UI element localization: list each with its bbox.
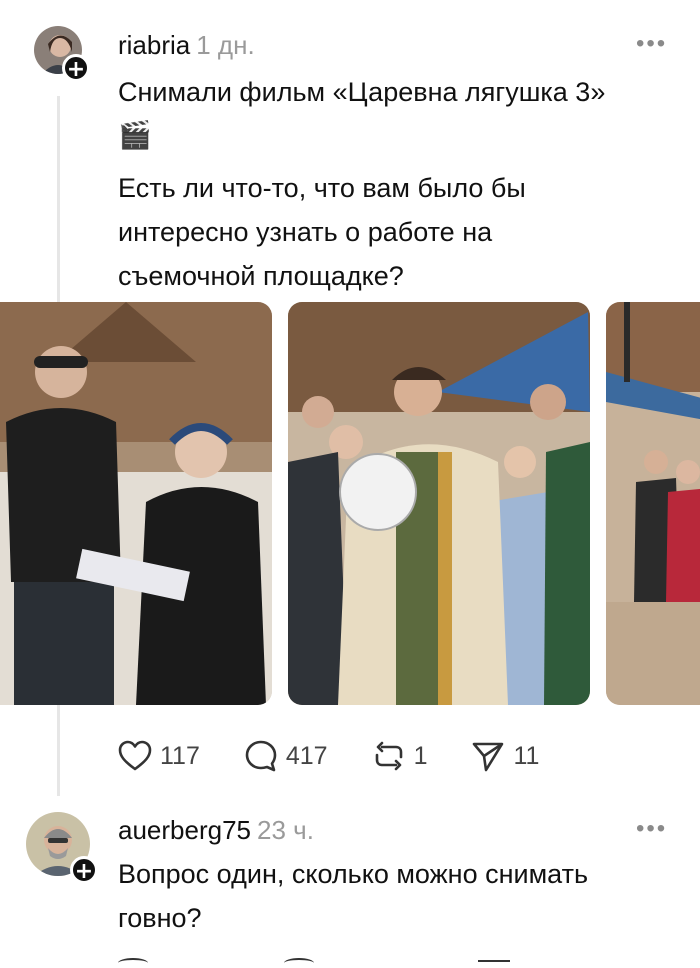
share-button[interactable]: 11 [471, 739, 539, 773]
repost-icon [375, 741, 402, 771]
more-options-icon[interactable]: ••• [636, 30, 667, 58]
photo-1[interactable] [0, 302, 272, 705]
action-bar: 117 417 1 11 [118, 736, 583, 776]
comment-count: 417 [285, 741, 328, 770]
reply-text-line: говно? [118, 903, 202, 933]
post-text-line: съемочной площадке? [118, 261, 404, 291]
share-icon [473, 742, 504, 772]
follow-plus-icon[interactable]: + [70, 856, 98, 884]
photo-2[interactable] [288, 302, 590, 705]
like-button[interactable]: 117 [118, 740, 200, 772]
post-question: Есть ли что-то, что вам было бы интересн… [118, 166, 678, 298]
repost-count: 1 [413, 741, 428, 770]
comment-icon [245, 740, 277, 772]
reply-text-line: Вопрос один, сколько можно снимать [118, 859, 589, 889]
post-body: Снимали фильм «Царевна лягушка 3» 🎬 [118, 70, 678, 158]
clapperboard-emoji: 🎬 [118, 120, 152, 151]
post-text-line: Есть ли что-то, что вам было бы [118, 173, 526, 203]
like-count: 117 [160, 741, 200, 770]
reply-body: Вопрос один, сколько можно снимать говно… [118, 852, 678, 940]
reply-header: auerberg75 23 ч. [118, 815, 314, 846]
post-text-line: Снимали фильм «Царевна лягушка 3» [118, 77, 606, 107]
post-header: riabria 1 дн. [118, 30, 255, 61]
username[interactable]: riabria [118, 30, 190, 60]
reply-username[interactable]: auerberg75 [118, 815, 251, 845]
photo-3[interactable] [606, 302, 700, 705]
heart-icon [118, 740, 152, 771]
reply-timestamp: 23 ч. [257, 815, 314, 845]
share-count: 11 [513, 741, 540, 770]
reply-actions-partial [118, 958, 558, 966]
comment-button[interactable]: 417 [244, 739, 328, 773]
follow-plus-icon[interactable]: + [62, 54, 90, 82]
repost-button[interactable]: 1 [372, 739, 428, 773]
timestamp: 1 дн. [196, 30, 255, 60]
post-text-line: интересно узнать о работе на [118, 217, 493, 247]
reply-more-options-icon[interactable]: ••• [636, 815, 667, 843]
